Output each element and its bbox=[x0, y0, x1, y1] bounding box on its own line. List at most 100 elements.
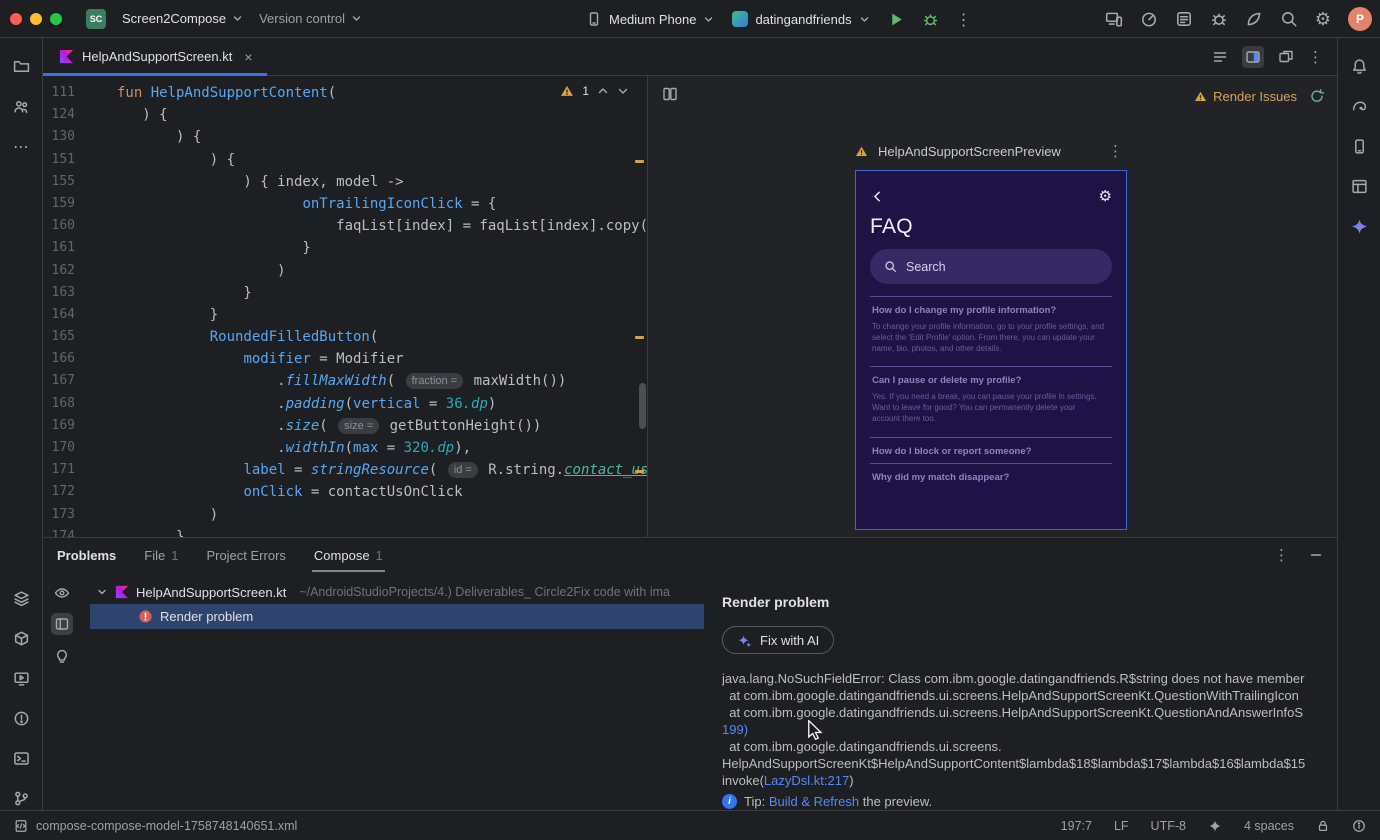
minimize-window-button[interactable] bbox=[30, 12, 42, 25]
device-selector[interactable]: Medium Phone bbox=[586, 11, 714, 27]
zoom-window-button[interactable] bbox=[50, 12, 62, 25]
line-number[interactable]: 159 bbox=[43, 193, 75, 215]
problems-tool-button[interactable] bbox=[0, 698, 42, 738]
line-number[interactable]: 151 bbox=[43, 149, 75, 171]
split-editor-mode-button[interactable] bbox=[1242, 45, 1264, 68]
code-editor[interactable]: 111 fun HelpAndSupportContent(124 ) {130 … bbox=[43, 76, 648, 537]
code-line[interactable]: 164 } bbox=[43, 304, 647, 326]
warning-stripe-mark[interactable] bbox=[635, 160, 644, 163]
quick-fix-toggle[interactable] bbox=[51, 644, 73, 666]
editor-tab[interactable]: HelpAndSupportScreen.kt × bbox=[43, 38, 267, 76]
search-everywhere-icon[interactable] bbox=[1280, 10, 1298, 28]
device-streaming-icon[interactable] bbox=[1105, 10, 1123, 28]
indent-widget[interactable]: 4 spaces bbox=[1244, 819, 1294, 833]
code-line[interactable]: 169 .size( size = getButtonHeight()) bbox=[43, 415, 647, 437]
vcs-widget[interactable]: Version control bbox=[259, 11, 362, 26]
warning-stripe-mark[interactable] bbox=[635, 336, 644, 339]
line-number[interactable]: 171 bbox=[43, 459, 75, 481]
line-number[interactable]: 169 bbox=[43, 415, 75, 437]
chevron-down-icon[interactable] bbox=[617, 85, 629, 97]
preview-layout-grid-icon[interactable] bbox=[662, 86, 678, 102]
ai-status-sparkle-icon[interactable] bbox=[1208, 819, 1222, 833]
profiler-icon[interactable] bbox=[1140, 10, 1158, 28]
render-issues-button[interactable]: Render Issues bbox=[1194, 89, 1297, 104]
problems-tab-compose[interactable]: Compose 1 bbox=[311, 538, 385, 572]
chevron-up-icon[interactable] bbox=[597, 85, 609, 97]
notifications-button[interactable] bbox=[1338, 46, 1380, 86]
hide-panel-icon[interactable] bbox=[1309, 548, 1323, 562]
caret-position-widget[interactable]: 197:7 bbox=[1061, 819, 1092, 833]
line-number[interactable]: 163 bbox=[43, 282, 75, 304]
device-explorer-tool-button[interactable] bbox=[0, 618, 42, 658]
build-refresh-link[interactable]: Build & Refresh bbox=[769, 794, 859, 809]
preview-options-kebab-icon[interactable]: ⋮ bbox=[1108, 142, 1123, 160]
terminal-tool-button[interactable] bbox=[0, 738, 42, 778]
line-number[interactable]: 168 bbox=[43, 393, 75, 415]
close-tab-icon[interactable]: × bbox=[244, 49, 252, 65]
line-number[interactable]: 165 bbox=[43, 326, 75, 348]
project-tool-button[interactable] bbox=[0, 46, 42, 86]
code-line[interactable]: 167 .fillMaxWidth( fraction = maxWidth()… bbox=[43, 370, 647, 392]
code-line[interactable]: 173 ) bbox=[43, 504, 647, 526]
settings-gear-icon[interactable]: ⚙ bbox=[1315, 9, 1331, 30]
logcat-icon[interactable] bbox=[1175, 10, 1193, 28]
debug-button[interactable] bbox=[922, 11, 939, 28]
structure-lines-icon[interactable] bbox=[1212, 49, 1228, 65]
preview-phone-screen[interactable]: ⚙ FAQ Search How do I change my profile … bbox=[855, 170, 1127, 530]
layers-tool-button[interactable] bbox=[0, 578, 42, 618]
line-number[interactable]: 172 bbox=[43, 481, 75, 503]
code-line[interactable]: 161 } bbox=[43, 237, 647, 259]
app-insights-bug-icon[interactable] bbox=[1210, 10, 1228, 28]
lock-icon[interactable] bbox=[1316, 819, 1330, 833]
details-view-toggle[interactable] bbox=[50, 613, 73, 635]
editor-scrollbar[interactable] bbox=[639, 383, 646, 429]
problems-error-row[interactable]: Render problem bbox=[90, 604, 704, 629]
info-circle-icon[interactable] bbox=[1352, 819, 1366, 833]
line-number[interactable]: 170 bbox=[43, 437, 75, 459]
line-number[interactable]: 124 bbox=[43, 104, 75, 126]
code-line[interactable]: 168 .padding(vertical = 36.dp) bbox=[43, 393, 647, 415]
line-number[interactable]: 161 bbox=[43, 237, 75, 259]
stack-trace-link[interactable]: LazyDsl.kt:217 bbox=[764, 773, 849, 788]
code-line[interactable]: 160 faqList[index] = faqList[index].copy… bbox=[43, 215, 647, 237]
close-window-button[interactable] bbox=[10, 12, 22, 25]
more-run-actions-button[interactable]: ⋮ bbox=[956, 10, 972, 29]
problems-tab-file[interactable]: File 1 bbox=[144, 538, 178, 572]
line-number[interactable]: 155 bbox=[43, 171, 75, 193]
run-button[interactable] bbox=[888, 11, 905, 28]
more-tool-windows-button[interactable]: ⋯ bbox=[0, 126, 42, 166]
code-line[interactable]: 159 onTrailingIconClick = { bbox=[43, 193, 647, 215]
line-number[interactable]: 167 bbox=[43, 370, 75, 392]
code-line[interactable]: 151 ) { bbox=[43, 149, 647, 171]
stack-trace-link[interactable]: 199) bbox=[722, 722, 748, 737]
commit-tool-button[interactable] bbox=[0, 86, 42, 126]
warning-stripe-mark[interactable] bbox=[635, 470, 644, 473]
fix-with-ai-button[interactable]: Fix with AI bbox=[722, 626, 835, 654]
line-ending-widget[interactable]: LF bbox=[1114, 819, 1129, 833]
code-line[interactable]: 130 ) { bbox=[43, 126, 647, 148]
code-line[interactable]: 166 modifier = Modifier bbox=[43, 348, 647, 370]
code-line[interactable]: 172 onClick = contactUsOnClick bbox=[43, 481, 647, 503]
device-manager-tool-button[interactable] bbox=[1338, 126, 1380, 166]
code-line[interactable]: 174 } bbox=[43, 526, 647, 537]
float-window-icon[interactable] bbox=[1278, 49, 1294, 65]
code-line[interactable]: 163 } bbox=[43, 282, 647, 304]
layout-inspector-tool-button[interactable] bbox=[1338, 166, 1380, 206]
problems-tab-problems[interactable]: Problems bbox=[57, 538, 116, 572]
panel-options-kebab-icon[interactable]: ⋮ bbox=[1274, 546, 1289, 564]
project-selector[interactable]: Screen2Compose bbox=[122, 11, 243, 26]
line-number[interactable]: 173 bbox=[43, 504, 75, 526]
line-number[interactable]: 166 bbox=[43, 348, 75, 370]
line-number[interactable]: 130 bbox=[43, 126, 75, 148]
line-number[interactable]: 160 bbox=[43, 215, 75, 237]
code-line[interactable]: 162 ) bbox=[43, 260, 647, 282]
code-line[interactable]: 111 fun HelpAndSupportContent( bbox=[43, 82, 647, 104]
code-line[interactable]: 124 ) { bbox=[43, 104, 647, 126]
running-devices-tool-button[interactable] bbox=[0, 658, 42, 698]
services-icon[interactable] bbox=[1245, 10, 1263, 28]
gradle-tool-button[interactable] bbox=[1338, 86, 1380, 126]
code-line[interactable]: 171 label = stringResource( id = R.strin… bbox=[43, 459, 647, 481]
code-line[interactable]: 170 .widthIn(max = 320.dp), bbox=[43, 437, 647, 459]
user-avatar[interactable]: P bbox=[1348, 7, 1372, 31]
line-number[interactable]: 174 bbox=[43, 526, 75, 537]
